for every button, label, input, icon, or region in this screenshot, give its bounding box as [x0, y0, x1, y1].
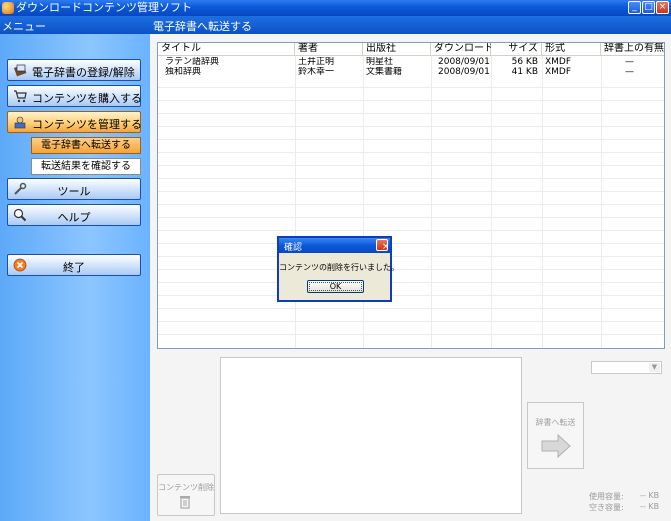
row-divider — [158, 113, 664, 114]
table-row[interactable]: 独和辞典 鈴木幸一 文集書籍 2008/09/01 41 KB XMDF — — [158, 67, 664, 77]
row-divider — [158, 178, 664, 179]
row-divider — [158, 334, 664, 335]
subnav-transfer-to-dictionary[interactable]: 電子辞書へ転送する — [31, 137, 141, 154]
used-capacity-label: 使用容量: — [589, 492, 624, 501]
row-divider — [158, 308, 664, 309]
nav-label: コンテンツを管理する — [32, 118, 142, 131]
nav-label: コンテンツを購入する — [32, 92, 142, 105]
row-divider — [158, 87, 664, 88]
cell-author: 土井正明 — [298, 57, 335, 67]
window-title: ダウンロードコンテンツ管理ソフト — [16, 1, 192, 14]
cell-size: 56 KB — [511, 57, 538, 67]
content-preview-area — [220, 357, 522, 514]
ok-button[interactable]: OK — [307, 280, 364, 293]
main-panel: タイトル 著者 出版社 ダウンロード日 サイズ 形式 辞書上の有無 ラテン語辞典… — [150, 34, 671, 521]
row-divider — [158, 256, 664, 257]
delete-content-button[interactable]: コンテンツ削除 — [157, 474, 215, 516]
manage-icon — [13, 115, 27, 129]
cell-format: XMDF — [545, 67, 572, 77]
confirm-dialog: 確認 × コンテンツの削除を行いました。 OK — [277, 236, 399, 302]
content-list[interactable]: タイトル 著者 出版社 ダウンロード日 サイズ 形式 辞書上の有無 ラテン語辞典… — [157, 42, 665, 349]
nav-buy-content-button[interactable]: コンテンツを購入する — [7, 85, 142, 107]
close-icon: × — [658, 2, 667, 12]
dialog-message: コンテンツの削除を行いました。 — [279, 263, 399, 272]
window-title-bar: ダウンロードコンテンツ管理ソフト _ □ × — [0, 0, 671, 16]
row-divider — [158, 191, 664, 192]
minimize-icon: _ — [632, 2, 637, 12]
nav-manage-content-button[interactable]: コンテンツを管理する — [7, 111, 142, 133]
sidebar-header-label: メニュー — [2, 20, 46, 33]
page-title: 電子辞書へ転送する — [153, 20, 252, 33]
dialog-title: 確認 — [284, 243, 303, 253]
cell-title: 独和辞典 — [165, 67, 202, 77]
close-button[interactable]: × — [656, 1, 669, 14]
column-header-publisher[interactable]: 出版社 — [363, 43, 431, 56]
row-divider — [158, 217, 664, 218]
row-divider — [158, 321, 664, 322]
used-capacity: 使用容量: -- KB — [589, 491, 659, 502]
subnav-check-transfer-result[interactable]: 転送結果を確認する — [31, 158, 141, 175]
cell-size: 41 KB — [511, 67, 538, 77]
row-divider — [158, 165, 664, 166]
column-header-size[interactable]: サイズ — [491, 43, 542, 56]
close-icon: × — [382, 242, 390, 252]
row-divider — [158, 282, 664, 283]
dialog-close-button[interactable]: × — [376, 239, 390, 252]
free-capacity-label: 空き容量: — [589, 503, 624, 512]
row-divider — [158, 100, 664, 101]
delete-content-label: コンテンツ削除 — [158, 483, 214, 492]
column-header-on-device[interactable]: 辞書上の有無 — [601, 43, 664, 56]
nav-label: ツール — [57, 185, 91, 198]
trash-icon — [179, 495, 191, 509]
row-divider — [158, 204, 664, 205]
nav-label: 電子辞書の登録/解除 — [32, 66, 135, 79]
cell-date: 2008/09/01 — [438, 67, 490, 77]
cell-publisher: 明星社 — [366, 57, 394, 67]
row-divider — [158, 295, 664, 296]
maximize-icon: □ — [644, 2, 653, 12]
nav-label: ヘルプ — [57, 211, 91, 224]
cell-title: ラテン語辞典 — [165, 57, 220, 67]
nav-exit-button[interactable]: 終了 — [7, 254, 141, 276]
nav-label: 終了 — [63, 261, 85, 274]
free-capacity-value: -- KB — [640, 502, 660, 511]
row-divider — [158, 230, 664, 231]
nav-tools-button[interactable]: ツール — [7, 178, 141, 200]
app-icon — [2, 2, 14, 14]
used-capacity-value: -- KB — [640, 491, 660, 500]
row-divider — [158, 269, 664, 270]
dialog-title-bar: 確認 × — [279, 238, 390, 253]
cell-author: 鈴木幸一 — [298, 67, 335, 77]
dictionary-select[interactable]: ▼ — [591, 361, 662, 374]
cell-publisher: 文集書籍 — [366, 67, 403, 77]
row-divider — [158, 139, 664, 140]
column-header-format[interactable]: 形式 — [542, 43, 601, 56]
chevron-down-icon: ▼ — [649, 363, 660, 372]
nav-register-dictionary-button[interactable]: 電子辞書の登録/解除 — [7, 59, 141, 81]
row-divider — [158, 152, 664, 153]
column-header-download-date[interactable]: ダウンロード日 — [431, 43, 504, 56]
row-divider — [158, 243, 664, 244]
cell-date: 2008/09/01 — [438, 57, 490, 67]
sidebar: メニュー 電子辞書の登録/解除 コンテンツを購入する コンテンツを管理する 電子… — [0, 16, 150, 521]
transfer-to-dictionary-button[interactable]: 辞書へ転送 — [527, 402, 584, 469]
cell-on-device: — — [625, 57, 634, 67]
free-capacity: 空き容量: -- KB — [589, 502, 659, 513]
cart-icon — [13, 89, 27, 103]
column-header-author[interactable]: 著者 — [295, 43, 363, 56]
sidebar-header: メニュー — [0, 16, 150, 34]
arrow-right-icon — [540, 433, 572, 459]
main-header: 電子辞書へ転送する — [150, 16, 671, 34]
transfer-label: 辞書へ転送 — [535, 418, 576, 427]
cell-format: XMDF — [545, 57, 572, 67]
table-row[interactable]: ラテン語辞典 土井正明 明星社 2008/09/01 56 KB XMDF — — [158, 57, 664, 67]
row-divider — [158, 126, 664, 127]
minimize-button[interactable]: _ — [628, 1, 641, 14]
maximize-button[interactable]: □ — [642, 1, 655, 14]
column-header-title[interactable]: タイトル — [158, 43, 295, 56]
dictionary-icon — [13, 63, 27, 77]
nav-help-button[interactable]: ヘルプ — [7, 204, 141, 226]
cell-on-device: — — [625, 67, 634, 77]
